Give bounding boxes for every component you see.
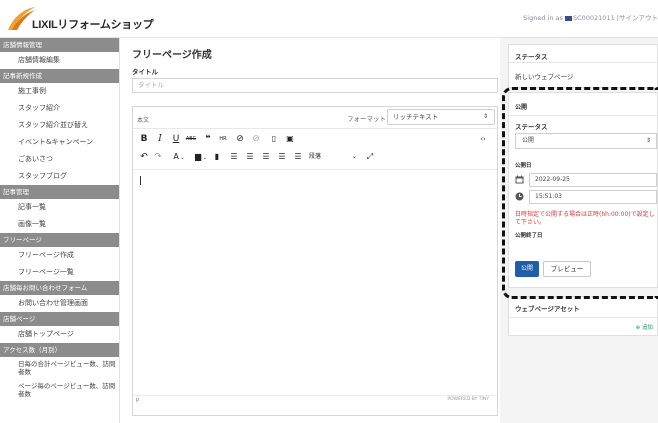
publish-status-select[interactable]: 公開 ⇕ [515, 133, 657, 149]
sidebar-item-events[interactable]: イベント&キャンペーン [0, 134, 119, 151]
format-value: リッチテキスト [393, 113, 439, 121]
publish-button[interactable]: 公開 [515, 261, 539, 277]
align-center-icon[interactable]: ☰ [245, 149, 255, 165]
status-card-title: ステータス [509, 45, 658, 63]
sidebar-section-free-page: フリーページ [0, 233, 119, 247]
sidebar-item-page-views[interactable]: ページ毎のページビュー数、訪問者数 [0, 379, 119, 401]
rich-text-editor: 本文 フォーマット リッチテキスト ⇕ B I U ABC ❝ HR ⊘ ⊘ ▯… [132, 106, 498, 416]
strikethrough-icon[interactable]: ABC [185, 131, 197, 147]
editor-content-area[interactable]: p POWERED BY TINY [133, 169, 497, 405]
editor-topbar: 本文 フォーマット リッチテキスト ⇕ [133, 107, 497, 129]
highlight-icon[interactable]: ▮ [213, 149, 221, 165]
publish-date-input[interactable]: 2022-09-25 [529, 173, 657, 187]
preview-button[interactable]: プレビュー [543, 261, 591, 277]
user-id: SC00021011 [572, 14, 615, 22]
calendar-icon[interactable] [515, 175, 524, 184]
background-color-icon[interactable]: ▆ ⌄ [193, 149, 209, 165]
image-icon[interactable]: ▣ [285, 131, 295, 147]
underline-icon[interactable]: U [171, 131, 181, 147]
align-right-icon[interactable]: ☰ [261, 149, 271, 165]
sidebar-item-daily-views[interactable]: 日毎の合計ページビュー数、訪問者数 [0, 357, 119, 379]
title-label: タイトル [132, 68, 158, 76]
signout-link[interactable]: |サインアウト [617, 14, 658, 22]
sidebar-item-works[interactable]: 施工事例 [0, 83, 119, 100]
sidebar-section-store-info: 店舗情報管理 [0, 38, 119, 52]
tab-body[interactable]: 本文 [137, 115, 149, 124]
sidebar-item-staff-sort[interactable]: スタッフ紹介並び替え [0, 117, 119, 134]
sidebar-item-staff[interactable]: スタッフ紹介 [0, 100, 119, 117]
sidebar-item-article-list[interactable]: 記事一覧 [0, 199, 119, 216]
indent-icon[interactable]: ☰ [277, 149, 287, 165]
sidebar-item-free-page-create[interactable]: フリーページ作成 [0, 247, 119, 264]
unlink-icon[interactable]: ⊘ [251, 131, 261, 147]
publish-time-input[interactable]: 15:51:03 [529, 190, 657, 204]
editor-statusbar: p POWERED BY TINY [133, 395, 497, 405]
publish-time-row: 15:51:03 [515, 190, 657, 204]
blockquote-icon[interactable]: ❝ [203, 131, 213, 147]
sidebar-item-contact-manage[interactable]: お問い合わせ管理画面 [0, 295, 119, 312]
format-select[interactable]: リッチテキスト ⇕ [387, 109, 495, 125]
publish-end-label: 公開終了日 [515, 233, 543, 239]
status-card-value: 新しいウェブページ [515, 73, 574, 81]
asset-card: ウェブページアセット ⊕ 追加 [508, 296, 658, 336]
element-path: p [136, 397, 140, 403]
add-asset-button[interactable]: ⊕ 追加 [636, 323, 653, 331]
sidebar: 店舗情報管理 店舗情報編集 記事新規作成 施工事例 スタッフ紹介 スタッフ紹介並… [0, 38, 120, 423]
status-card: ステータス 新しいウェブページ [508, 44, 658, 88]
sidebar-item-store-top[interactable]: 店舗トップページ [0, 326, 119, 343]
publish-card: 公開 ステータス 公開 ⇕ 公開日 2022-09-25 15:51:03 日時… [508, 92, 658, 288]
publish-status-value: 公開 [522, 137, 535, 144]
logo-text: LIXILリフォームショップ [32, 19, 154, 31]
file-icon[interactable]: ▯ [269, 131, 279, 147]
text-cursor [140, 176, 141, 185]
publish-card-title: 公開 [515, 104, 528, 111]
italic-icon[interactable]: I [155, 131, 165, 147]
sidebar-section-article-manage: 記事管理 [0, 185, 119, 199]
sidebar-item-image-list[interactable]: 画像一覧 [0, 216, 119, 233]
undo-icon[interactable]: ↶ [139, 149, 149, 165]
divider [509, 317, 658, 318]
lixil-logo[interactable]: LIXILリフォームショップ [6, 6, 154, 32]
editor-toolbar-2: ↶ ↷ A ⌄ ▆ ⌄ ▮ ☰ ☰ ☰ ☰ ☰ 段落 ⌄ ⤢ [133, 149, 497, 165]
signed-in-info: Signed in as SC00021011 |サインアウト [523, 12, 658, 22]
sidebar-section-access: アクセス数（月別） [0, 343, 119, 357]
sidebar-section-new-article: 記事新規作成 [0, 69, 119, 83]
link-icon[interactable]: ⊘ [235, 131, 245, 147]
align-left-icon[interactable]: ☰ [229, 149, 239, 165]
sidebar-item-staff-blog[interactable]: スタッフブログ [0, 168, 119, 185]
select-caret-icon: ⇕ [645, 137, 651, 144]
asset-card-title: ウェブページアセット [515, 305, 580, 313]
powered-by-label[interactable]: POWERED BY TINY [447, 397, 489, 402]
clock-icon[interactable] [515, 192, 524, 201]
sidebar-item-free-page-list[interactable]: フリーページ一覧 [0, 264, 119, 281]
main-content: フリーページ作成 タイトル タイトル 本文 フォーマット リッチテキスト ⇕ B… [120, 38, 500, 423]
sidebar-item-store-edit[interactable]: 店舗情報編集 [0, 52, 119, 69]
source-code-icon[interactable]: ‹› [477, 131, 489, 147]
page-title: フリーページ作成 [132, 50, 212, 61]
sidebar-item-greeting[interactable]: ごあいさつ [0, 151, 119, 168]
publish-warning-text: 日時指定で公開する場合は正時(hh:00:00)で設定して下さい。 [515, 211, 655, 226]
publish-date-label: 公開日 [515, 163, 532, 169]
clear-format-icon[interactable]: ⤢ [365, 149, 375, 165]
bold-icon[interactable]: B [139, 131, 149, 147]
app-header: LIXILリフォームショップ Signed in as SC00021011 |… [0, 0, 658, 38]
sidebar-section-store-page: 店舗ページ [0, 312, 119, 326]
horizontal-rule-icon[interactable]: HR [217, 131, 229, 147]
redo-icon[interactable]: ↷ [153, 149, 163, 165]
sidebar-section-contact-form: 店舗毎お問い合わせフォーム [0, 281, 119, 295]
text-color-icon[interactable]: A ⌄ [171, 149, 187, 165]
right-panel: ステータス 新しいウェブページ 公開 ステータス 公開 ⇕ 公開日 2022-0… [500, 38, 658, 423]
publish-date-row: 2022-09-25 [515, 173, 657, 187]
publish-status-label: ステータス [515, 123, 548, 131]
paragraph-select[interactable]: 段落 ⌄ [309, 149, 357, 165]
user-flag-icon [564, 15, 572, 21]
format-label: フォーマット [347, 115, 386, 123]
title-input[interactable]: タイトル [132, 78, 498, 93]
editor-toolbar-1: B I U ABC ❝ HR ⊘ ⊘ ▯ ▣ ‹› [133, 131, 497, 147]
signed-in-label: Signed in as [523, 14, 563, 22]
select-caret-icon: ⇕ [482, 113, 488, 120]
divider [509, 115, 658, 116]
outdent-icon[interactable]: ☰ [293, 149, 303, 165]
